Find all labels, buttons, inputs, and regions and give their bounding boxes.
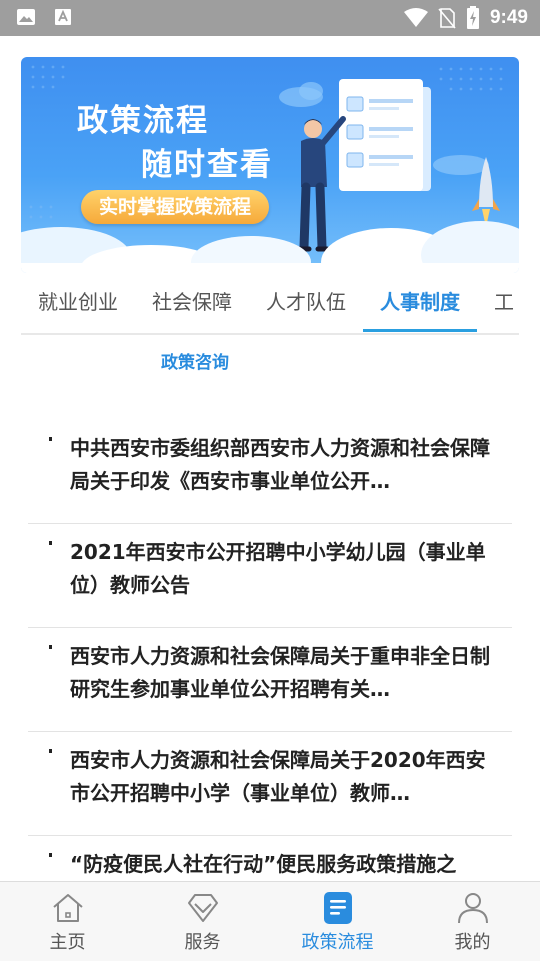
bullet-icon	[49, 645, 52, 649]
person-icon	[457, 893, 488, 924]
tab-social-security[interactable]: 社会保障	[135, 274, 249, 332]
bullet-icon	[49, 541, 52, 545]
list-item[interactable]: 2021年西安市公开招聘中小学幼儿园（事业单位）教师公告	[28, 524, 512, 628]
nav-profile[interactable]: 我的	[405, 882, 540, 961]
bullet-icon	[49, 853, 52, 857]
bottom-nav: 主页 服务 政策流程 我的	[0, 881, 540, 961]
subtab-policy-consult[interactable]: 政策咨询	[161, 348, 229, 373]
text-a-icon	[55, 9, 71, 25]
banner-title-line1: 政策流程	[77, 103, 209, 139]
bullet-icon	[49, 749, 52, 753]
nav-policy-process-label: 政策流程	[301, 932, 374, 953]
bullet-icon	[49, 437, 52, 441]
diamond-icon	[187, 894, 218, 922]
battery-charging-icon	[466, 6, 479, 29]
banner-pill: 实时掌握政策流程	[81, 190, 269, 224]
status-time: 9:49	[489, 7, 528, 28]
list-item-title: 2021年西安市公开招聘中小学幼儿园（事业单位）教师公告	[70, 540, 486, 597]
list-item-title: 西安市人力资源和社会保障局关于2020年西安市公开招聘中小学（事业单位）教师…	[70, 748, 486, 805]
image-icon	[17, 9, 35, 25]
nav-home[interactable]: 主页	[0, 882, 135, 961]
list-item[interactable]: 西安市人力资源和社会保障局关于2020年西安市公开招聘中小学（事业单位）教师…	[28, 732, 512, 836]
list-item[interactable]: 西安市人力资源和社会保障局关于重申非全日制研究生参加事业单位公开招聘有关…	[28, 628, 512, 732]
article-list: 中共西安市委组织部西安市人力资源和社会保障局关于印发《西安市事业单位公开… 20…	[28, 420, 512, 940]
nav-services-label: 服务	[184, 932, 221, 953]
document-icon	[323, 892, 352, 924]
home-icon	[52, 894, 83, 922]
nav-home-label: 主页	[49, 932, 86, 953]
nav-policy-process[interactable]: 政策流程	[270, 882, 405, 961]
status-bar: 9:49	[0, 0, 540, 36]
nav-profile-label: 我的	[454, 932, 491, 953]
category-tabs: 就业创业 社会保障 人才队伍 人事制度 工	[21, 273, 519, 335]
banner-title-line2: 随时查看	[141, 147, 273, 183]
tab-personnel-system[interactable]: 人事制度	[363, 274, 477, 332]
tab-labor-partial[interactable]: 工	[477, 274, 519, 332]
nav-services[interactable]: 服务	[135, 882, 270, 961]
tab-employment[interactable]: 就业创业	[21, 274, 135, 332]
wifi-icon	[403, 8, 428, 27]
list-item-title: 中共西安市委组织部西安市人力资源和社会保障局关于印发《西安市事业单位公开…	[70, 436, 490, 493]
list-item-title: “防疫便民人社在行动”便民服务政策措施之	[70, 852, 457, 876]
promo-banner[interactable]: 政策流程 随时查看 实时掌握政策流程	[21, 57, 519, 273]
tab-talent[interactable]: 人才队伍	[249, 274, 363, 332]
list-item-title: 西安市人力资源和社会保障局关于重申非全日制研究生参加事业单位公开招聘有关…	[70, 644, 490, 701]
no-sim-icon	[438, 8, 456, 29]
list-item[interactable]: 中共西安市委组织部西安市人力资源和社会保障局关于印发《西安市事业单位公开…	[28, 420, 512, 524]
